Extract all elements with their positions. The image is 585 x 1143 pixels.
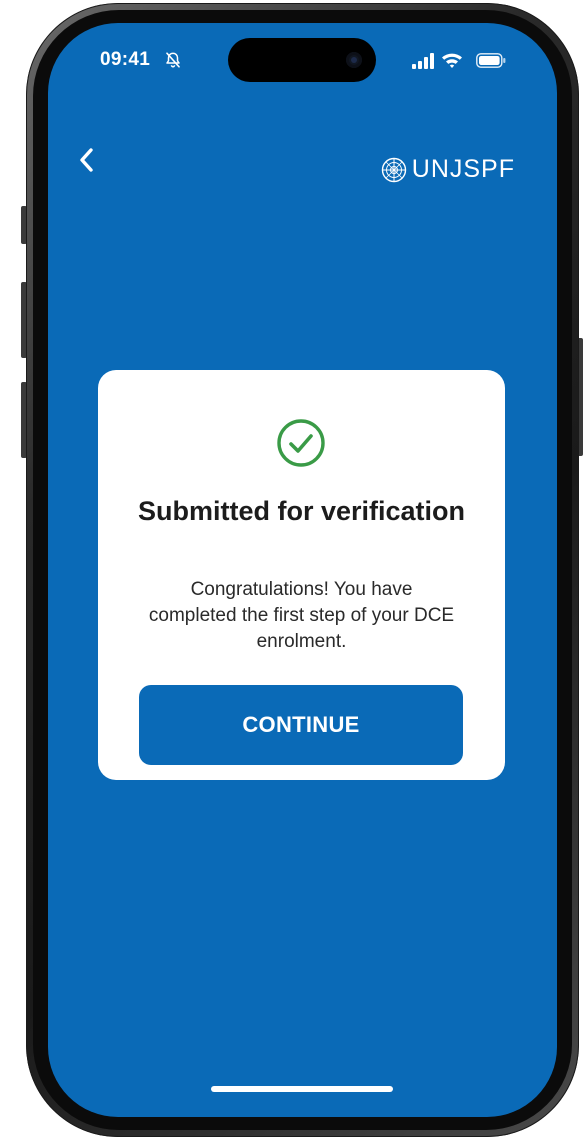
signal-icon	[412, 53, 434, 69]
chevron-left-icon	[80, 148, 93, 172]
dialog-title: Submitted for verification	[137, 496, 466, 526]
wifi-icon	[442, 53, 462, 68]
dynamic-island	[228, 38, 376, 82]
status-bar: 09:41	[48, 23, 557, 99]
brand-logo: UNJSPF	[381, 155, 515, 184]
app-screen: 09:41 UNJSPF Submitted for verification …	[48, 23, 557, 1117]
un-emblem-icon	[381, 157, 406, 182]
confirmation-dialog: Submitted for verification Congratulatio…	[98, 370, 505, 780]
bell-slash-icon	[166, 52, 180, 68]
device-mockup: 09:41 UNJSPF Submitted for verification …	[0, 0, 585, 1143]
continue-button[interactable]: CONTINUE	[139, 685, 463, 765]
front-camera	[346, 52, 362, 68]
status-time: 09:41	[100, 49, 151, 70]
brand-name: UNJSPF	[411, 155, 515, 183]
home-indicator[interactable]	[211, 1086, 393, 1092]
dialog-message: Congratulations! You have completed the …	[148, 579, 455, 652]
back-button[interactable]	[72, 145, 102, 175]
check-circle-icon	[277, 419, 325, 467]
battery-icon	[476, 53, 506, 68]
